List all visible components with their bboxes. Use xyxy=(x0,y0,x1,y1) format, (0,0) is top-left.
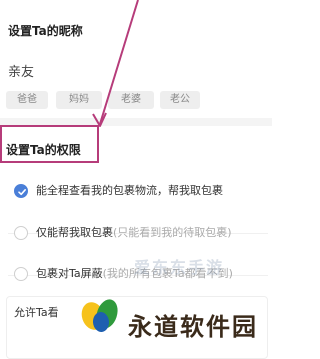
radio-checked-icon[interactable] xyxy=(14,184,28,198)
nickname-section-title: 设置Ta的昵称 xyxy=(8,24,83,38)
permission-option-label: 仅能帮我取包裹(只能看到我的待取包裹) xyxy=(36,226,232,239)
nickname-input[interactable]: 亲友 xyxy=(8,61,34,80)
settings-screen: 设置Ta的昵称 亲友 爸爸 妈妈 老婆 老公 设置Ta的权限 能全程查看我的包裹… xyxy=(0,0,272,359)
chip-mom[interactable]: 妈妈 xyxy=(56,91,102,109)
chip-husband[interactable]: 老公 xyxy=(160,91,200,109)
chip-dad[interactable]: 爸爸 xyxy=(6,91,48,109)
radio-unchecked-icon[interactable] xyxy=(14,226,28,240)
brand-watermark: 永道软件园 xyxy=(128,313,258,341)
nickname-suggestions: 爸爸 妈妈 老婆 老公 xyxy=(6,91,200,109)
permission-option-hint: (只能看到我的待取包裹) xyxy=(113,226,232,239)
permission-option-label: 能全程查看我的包裹物流，帮我取包裹 xyxy=(36,184,223,197)
radio-unchecked-icon[interactable] xyxy=(14,267,28,281)
permission-section-title: 设置Ta的权限 xyxy=(6,143,81,157)
site-watermark: 爱东东手游 xyxy=(134,258,225,277)
allow-view-label: 允许Ta看 xyxy=(14,306,59,319)
chip-wife[interactable]: 老婆 xyxy=(108,91,154,109)
brand-logo-icon xyxy=(81,299,118,332)
